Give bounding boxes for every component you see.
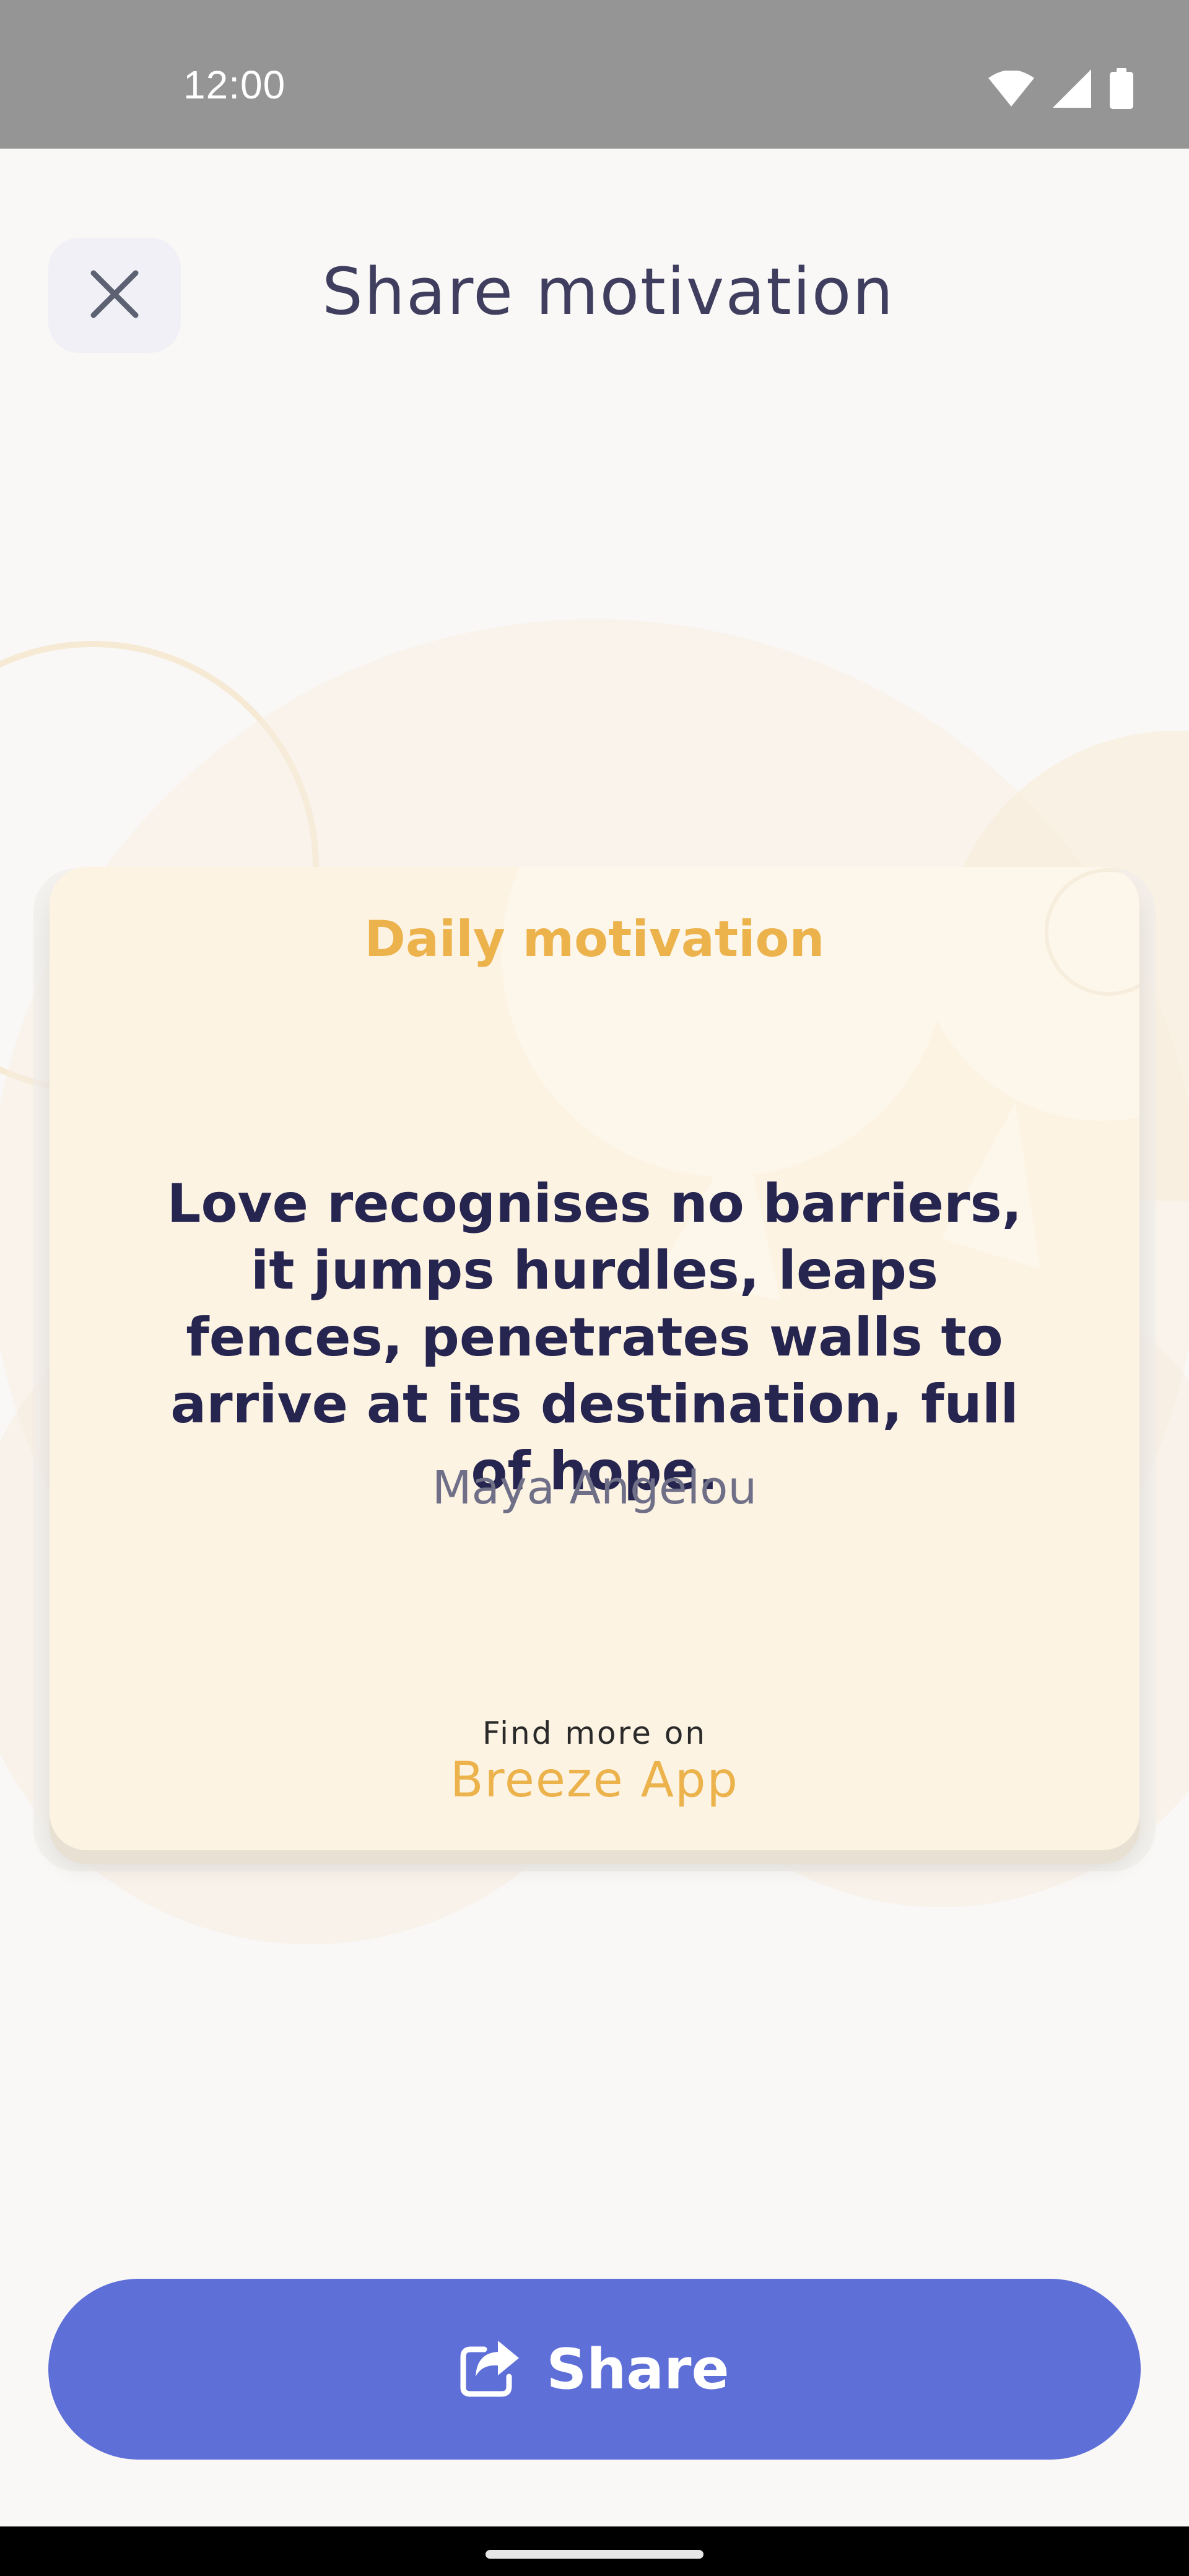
- signal-icon: [1053, 69, 1091, 108]
- card-heading: Daily motivation: [364, 910, 825, 968]
- page-title: Share motivation: [322, 254, 895, 329]
- battery-icon: [1110, 68, 1133, 109]
- status-bar: 12:00: [0, 0, 1189, 149]
- share-label: Share: [546, 2336, 730, 2402]
- find-more-label: Find more on: [482, 1715, 707, 1751]
- home-indicator[interactable]: [486, 2550, 703, 2559]
- quote-text: Love recognises no barriers, it jumps hu…: [167, 1173, 1022, 1502]
- wifi-icon: [988, 71, 1034, 107]
- close-button[interactable]: [48, 238, 181, 353]
- brand-name: Breeze App: [450, 1752, 739, 1808]
- share-icon: [459, 2338, 521, 2401]
- motivation-card: Daily motivation Love recognises no barr…: [50, 867, 1139, 1850]
- status-icons: [988, 67, 1133, 110]
- share-button[interactable]: Share: [48, 2279, 1141, 2460]
- status-time: 12:00: [183, 63, 286, 107]
- close-icon: [89, 268, 141, 323]
- quote-author: Maya Angelou: [432, 1461, 757, 1515]
